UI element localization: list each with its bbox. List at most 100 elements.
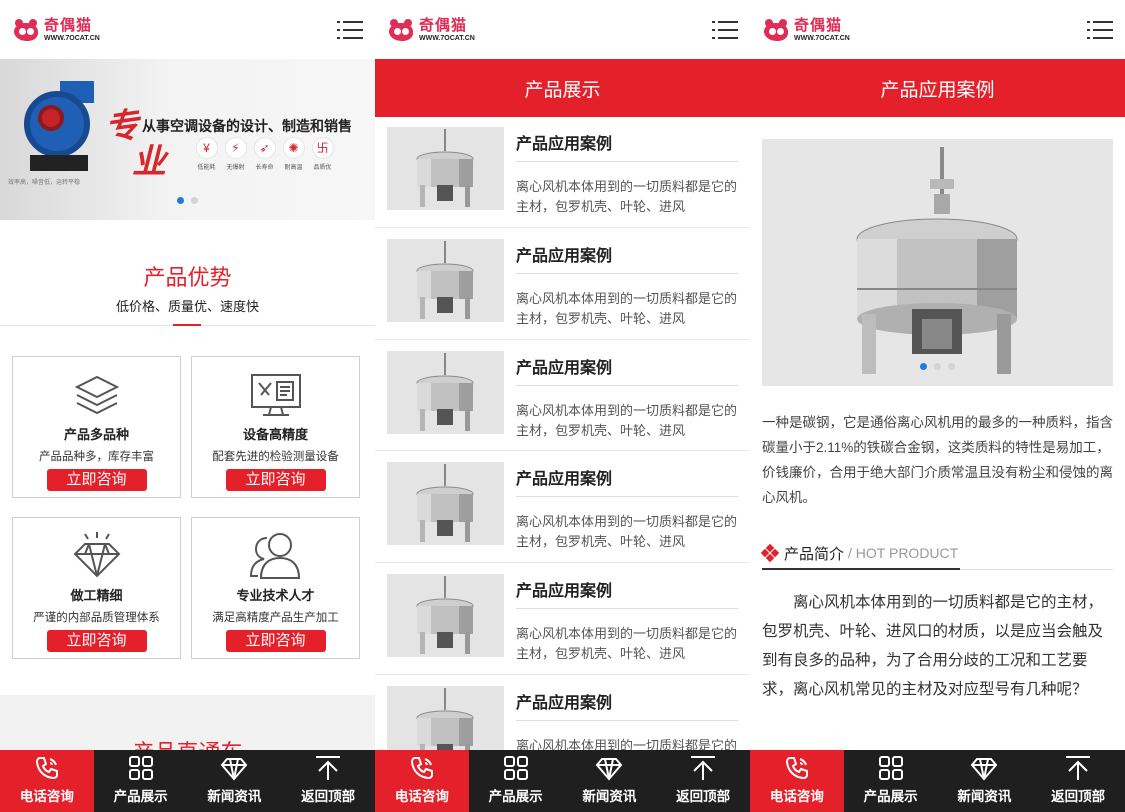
product-image-carousel[interactable]	[762, 139, 1113, 386]
centrifuge-thumbnail	[387, 350, 504, 434]
header: 奇偶猫 WWW.7OCAT.CN	[0, 0, 375, 59]
logo-url: WWW.7OCAT.CN	[794, 34, 850, 42]
product-list-item[interactable]: 产品应用案例离心风机本体用到的一切质料都是它的主材，包罗机壳、叶轮、进风	[375, 573, 750, 685]
card-desc: 满足高精度产品生产加工	[212, 612, 339, 624]
product-list-item[interactable]: 产品应用案例离心风机本体用到的一切质料都是它的主材，包罗机壳、叶轮、进风	[375, 461, 750, 573]
row-divider	[375, 450, 750, 452]
carousel-dot[interactable]	[948, 363, 955, 370]
nav-label: 新闻资讯	[957, 789, 1012, 804]
row-divider	[375, 673, 750, 675]
blower-fan-image	[20, 81, 98, 177]
carousel-dots	[762, 363, 1113, 370]
home-screen: 奇偶猫 WWW.7OCAT.CN 专 业 从事空调设备的设计、制造和销售 ¥ 低能耗…	[0, 0, 375, 812]
back-to-top-icon	[1066, 756, 1091, 780]
back-to-top-icon	[691, 756, 716, 780]
carousel-dots	[0, 197, 375, 204]
nav-label: 电话咨询	[19, 789, 74, 804]
diamond-icon	[73, 532, 120, 578]
product-list-item[interactable]: 产品应用案例离心风机本体用到的一切质料都是它的主材，包罗机壳、叶轮、进风	[375, 126, 750, 238]
menu-icon[interactable]	[1087, 19, 1113, 41]
grid-icon	[503, 756, 528, 780]
nav-products[interactable]: 产品展示	[469, 750, 563, 812]
banner-big-char-2: 业	[132, 142, 166, 182]
carousel-dot[interactable]	[920, 363, 927, 370]
title-divider	[516, 719, 738, 721]
product-title[interactable]: 产品应用案例	[516, 130, 612, 154]
page-title: 产品展示	[375, 59, 750, 117]
product-thumbnail[interactable]	[387, 238, 504, 322]
logo-name: 奇偶猫	[419, 16, 468, 34]
nav-news[interactable]: 新闻资讯	[938, 750, 1032, 812]
feature-item: ➶ 长寿命	[250, 137, 279, 171]
product-thumbnail[interactable]	[387, 350, 504, 434]
consult-button[interactable]: 立即咨询	[46, 630, 147, 652]
yen-icon: ¥	[195, 137, 218, 159]
monitor-tools-icon	[250, 374, 301, 416]
product-title[interactable]: 产品应用案例	[516, 242, 612, 266]
card-name: 设备高精度	[242, 427, 308, 442]
product-summary: 离心风机本体用到的一切质料都是它的主材，包罗机壳、叶轮、进风	[516, 514, 738, 550]
feature-item: ¥ 低能耗	[192, 137, 221, 171]
title-divider	[516, 272, 738, 274]
logo[interactable]: 奇偶猫 WWW.7OCAT.CN	[762, 17, 850, 43]
banner-caption: 效率高，噪音低，运转平稳	[8, 180, 81, 186]
nav-news[interactable]: 新闻资讯	[188, 750, 282, 812]
nav-news[interactable]: 新闻资讯	[563, 750, 657, 812]
logo-url: WWW.7OCAT.CN	[44, 34, 100, 42]
consult-button[interactable]: 立即咨询	[225, 630, 326, 652]
grid-icon	[128, 756, 153, 780]
diamond-cluster-icon	[760, 543, 780, 563]
card-desc: 配套先进的检验测量设备	[212, 451, 339, 463]
centrifuge-image	[762, 139, 1113, 386]
product-list-item[interactable]: 产品应用案例离心风机本体用到的一切质料都是它的主材，包罗机壳、叶轮、进风	[375, 238, 750, 350]
card-name: 产品多品种	[63, 427, 129, 442]
nav-phone[interactable]: 电话咨询	[0, 750, 94, 812]
menu-icon[interactable]	[337, 19, 363, 41]
header: 奇偶猫 WWW.7OCAT.CN	[375, 0, 750, 59]
phone-icon	[35, 757, 58, 780]
nav-phone[interactable]: 电话咨询	[375, 750, 469, 812]
feature-item: 卐品质优	[308, 137, 337, 171]
product-thumbnail[interactable]	[387, 127, 504, 210]
nav-products[interactable]: 产品展示	[844, 750, 938, 812]
row-divider	[375, 226, 750, 228]
logo-url: WWW.7OCAT.CN	[419, 34, 475, 42]
product-detail-screen: 奇偶猫 WWW.7OCAT.CN 产品应用案例 一种是碳钢，它是通俗离心风机用的最…	[750, 0, 1125, 812]
menu-icon[interactable]	[712, 19, 738, 41]
centrifuge-thumbnail	[387, 462, 504, 546]
product-thumbnail[interactable]	[387, 574, 504, 658]
section-name: 产品简介	[784, 545, 845, 563]
hero-banner[interactable]: 专 业 从事空调设备的设计、制造和销售 ¥ 低能耗 ⚡ 无爆射 ➶ 长寿命 ✺ 耐高温 …	[0, 59, 375, 220]
consult-button[interactable]: 立即咨询	[225, 469, 326, 491]
centrifuge-thumbnail	[387, 574, 504, 658]
product-title[interactable]: 产品应用案例	[516, 465, 612, 489]
sun-icon: ✺	[282, 137, 305, 159]
product-list: 产品应用案例 离心风机本体用到的一切质料都是它的主材，包罗机壳、叶轮、进风 产品应用…	[375, 126, 750, 797]
nav-products[interactable]: 产品展示	[94, 750, 188, 812]
product-list-item[interactable]: 产品应用案例离心风机本体用到的一切质料都是它的主材，包罗机壳、叶轮、进风	[375, 350, 750, 462]
product-title[interactable]: 产品应用案例	[516, 689, 612, 713]
carousel-dot[interactable]	[191, 197, 198, 204]
product-title[interactable]: 产品应用案例	[516, 354, 612, 378]
consult-button[interactable]: 立即咨询	[46, 469, 147, 491]
carousel-dot[interactable]	[934, 363, 941, 370]
cat-logo-icon	[762, 17, 790, 43]
nav-back-to-top[interactable]: 返回顶部	[281, 750, 375, 812]
row-divider	[375, 562, 750, 564]
nav-phone[interactable]: 电话咨询	[750, 750, 844, 812]
header: 奇偶猫 WWW.7OCAT.CN	[750, 0, 1125, 59]
nav-label: 电话咨询	[769, 789, 824, 804]
product-title[interactable]: 产品应用案例	[516, 577, 612, 601]
product-list-screen: 奇偶猫 WWW.7OCAT.CN 产品展示 产品应用案例离心风机本体用到的一切质料…	[375, 0, 750, 812]
product-summary: 离心风机本体用到的一切质料都是它的主材，包罗机壳、叶轮、进风	[516, 179, 738, 214]
logo[interactable]: 奇偶猫 WWW.7OCAT.CN	[12, 17, 100, 43]
product-thumbnail[interactable]	[387, 462, 504, 546]
feature-item: ✺ 耐高温	[279, 137, 308, 171]
people-icon	[249, 533, 300, 579]
carousel-dot[interactable]	[177, 197, 184, 204]
nav-back-to-top[interactable]: 返回顶部	[656, 750, 750, 812]
logo[interactable]: 奇偶猫 WWW.7OCAT.CN	[387, 17, 475, 43]
product-intro: 一种是碳钢，它是通俗离心风机用的最多的一种质料，指含碳量小于2.11%的铁碳合金…	[762, 415, 1113, 505]
diamond-icon	[971, 758, 998, 781]
nav-back-to-top[interactable]: 返回顶部	[1031, 750, 1125, 812]
